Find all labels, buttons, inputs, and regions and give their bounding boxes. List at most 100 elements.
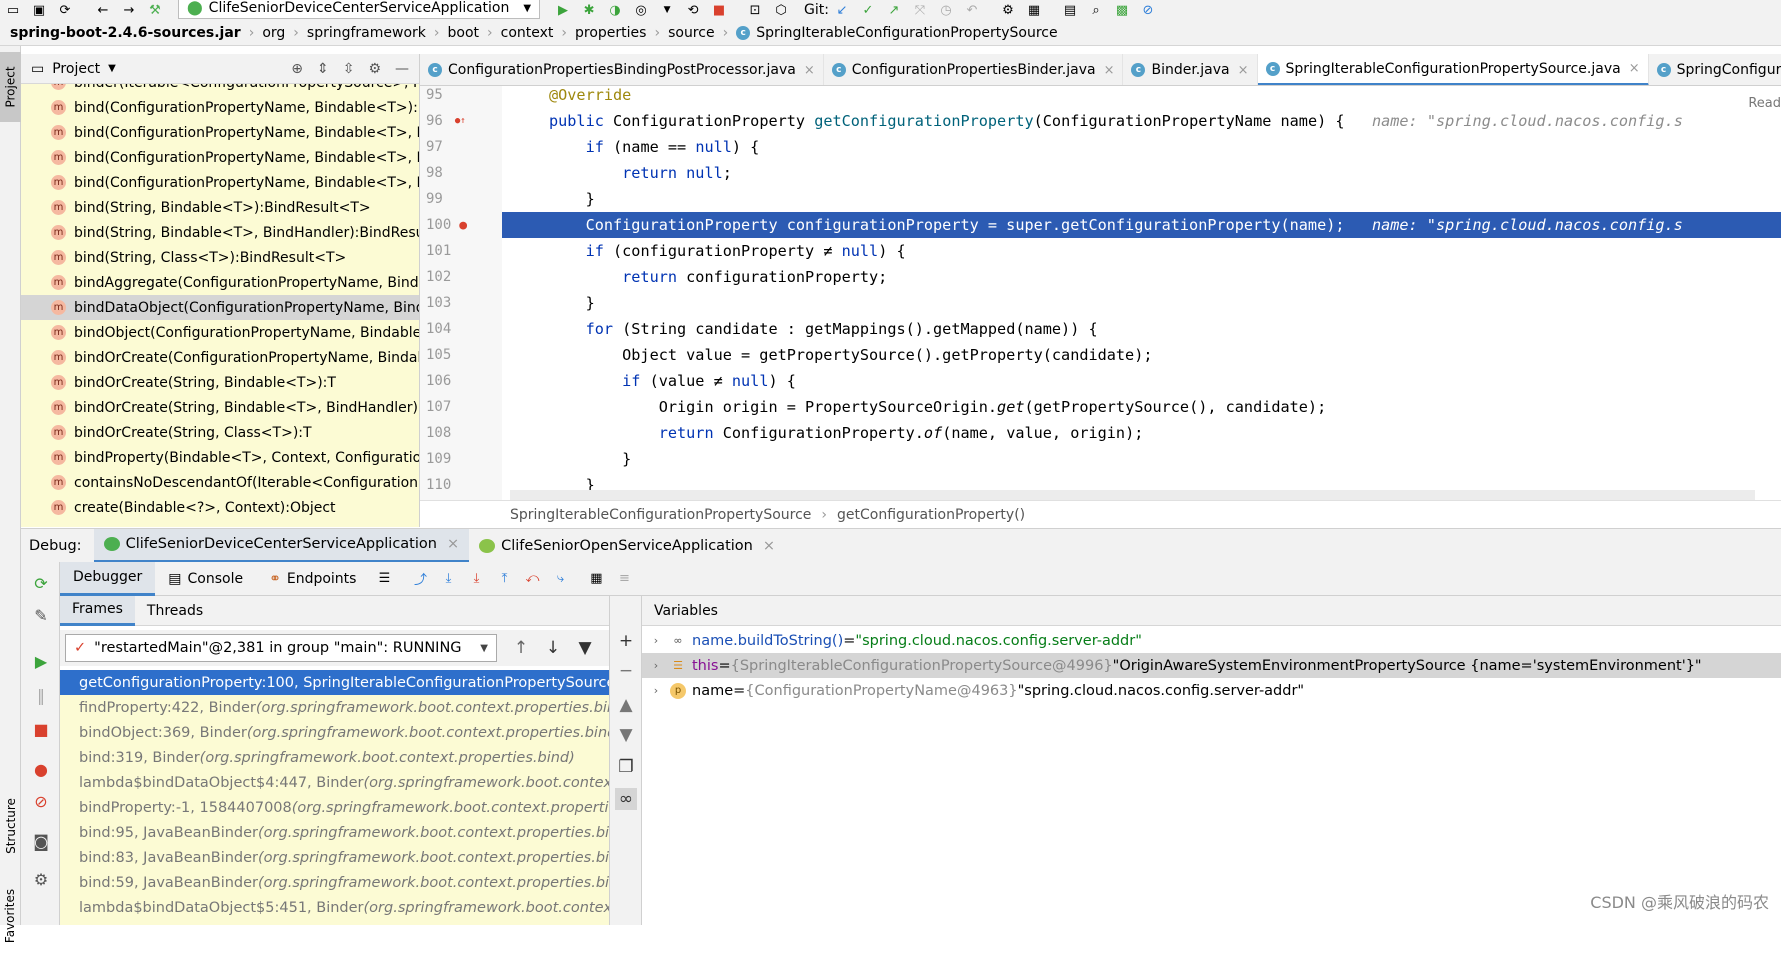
stop-icon[interactable]: ■ — [30, 718, 52, 740]
editor-tab[interactable]: cSpringIterableConfigurationPropertySour… — [1258, 54, 1649, 86]
editor-tab[interactable]: cConfigurationPropertiesBinder.java× — [824, 54, 1124, 86]
project-method-item[interactable]: mbindOrCreate(String, Bindable<T>):T — [21, 370, 419, 395]
line-number[interactable]: 109 — [420, 446, 502, 472]
breadcrumb-context[interactable]: context — [493, 25, 562, 41]
move-down-icon[interactable]: ▼ — [615, 724, 637, 746]
sync-icon[interactable]: ⟳ — [56, 1, 74, 19]
locate-icon[interactable]: ⊕ — [291, 61, 303, 77]
project-method-item[interactable]: mbindOrCreate(String, Class<T>):T — [21, 420, 419, 445]
hide-icon[interactable]: — — [395, 61, 409, 77]
show-execution-point-icon[interactable]: ⤴ — [411, 570, 429, 588]
breadcrumb-org[interactable]: org — [254, 25, 293, 41]
git-commit-icon[interactable]: ✓ — [859, 1, 877, 19]
step-over-icon[interactable]: ⤓ — [439, 570, 457, 588]
copy-icon[interactable]: ❐ — [615, 756, 637, 778]
debug-session-tab[interactable]: ClifeSeniorOpenServiceApplication × — [469, 529, 785, 563]
variable-row[interactable]: › p name = {ConfigurationPropertyName@49… — [642, 678, 1781, 703]
project-method-item[interactable]: mbindAggregate(ConfigurationPropertyName… — [21, 270, 419, 295]
tab-debugger[interactable]: Debugger — [60, 562, 155, 596]
git-update-icon[interactable]: ↙ — [833, 1, 851, 19]
project-panel-title[interactable]: Project — [52, 61, 100, 77]
code-editor[interactable]: Read @Override public ConfigurationPrope… — [502, 86, 1781, 500]
chevron-right-icon[interactable]: › — [648, 684, 664, 697]
tab-threads[interactable]: Threads — [135, 596, 215, 626]
stack-frame[interactable]: lambda$bindDataObject$5:451, Binder (org… — [60, 895, 609, 920]
line-number[interactable]: 102 — [420, 264, 502, 290]
line-number[interactable]: 103 — [420, 290, 502, 316]
project-method-item[interactable]: mcreate(Bindable<?>, Context):Object — [21, 495, 419, 520]
editor-tab[interactable]: cConfigurationPropertiesBindingPostProce… — [420, 54, 824, 86]
line-number[interactable]: 107 — [420, 394, 502, 420]
project-method-item[interactable]: mbindOrCreate(String, Bindable<T>, BindH… — [21, 395, 419, 420]
stack-frame[interactable]: bindProperty:-1, 1584407008 (org.springf… — [60, 795, 609, 820]
variable-row[interactable]: › ∞ name.buildToString() = "spring.cloud… — [642, 628, 1781, 653]
tab-frames[interactable]: Frames — [60, 596, 135, 626]
tab-endpoints[interactable]: ⚭Endpoints — [256, 562, 369, 596]
close-icon[interactable]: × — [804, 63, 815, 78]
settings-gear-icon[interactable]: ⚙ — [368, 61, 381, 77]
project-structure-icon[interactable]: ▦ — [1025, 1, 1043, 19]
search-icon[interactable]: ⌕ — [1087, 1, 1105, 19]
breadcrumb-source[interactable]: source — [660, 25, 723, 41]
line-number[interactable]: 104 — [420, 316, 502, 342]
sdk-icon[interactable]: ⬡ — [772, 1, 790, 19]
project-method-item[interactable]: mbindProperty(Bindable<T>, Context, Conf… — [21, 445, 419, 470]
project-method-item[interactable]: mcontainsNoDescendantOf(Iterable<Configu… — [21, 470, 419, 495]
project-method-item[interactable]: mbinder(Iterable<ConfigurationPropertySo… — [21, 84, 419, 95]
line-number[interactable]: 96●↑ — [420, 108, 502, 134]
line-number[interactable]: 105 — [420, 342, 502, 368]
dropdown-icon[interactable]: ▼ — [658, 1, 676, 19]
stop-icon[interactable]: ■ — [710, 1, 728, 19]
run-to-cursor-icon[interactable]: ⤷ — [551, 570, 569, 588]
favorites-tool-tab[interactable]: Favorites — [0, 876, 21, 956]
editor-breadcrumb-class[interactable]: SpringIterableConfigurationPropertySourc… — [510, 507, 811, 523]
reader-mode-label[interactable]: Read — [1748, 96, 1781, 111]
project-method-item[interactable]: mbind(ConfigurationPropertyName, Bindabl… — [21, 170, 419, 195]
thread-selector[interactable]: ✓ "restartedMain"@2,381 in group "main":… — [65, 634, 497, 662]
line-number[interactable]: 99 — [420, 186, 502, 212]
no-entry-icon[interactable]: ⊘ — [1139, 1, 1157, 19]
chevron-down-icon[interactable]: ▼ — [108, 63, 116, 74]
debug-icon[interactable]: ✱ — [580, 1, 598, 19]
add-watch-icon[interactable]: + — [615, 630, 637, 652]
monitor-icon[interactable]: ▩ — [1113, 1, 1131, 19]
project-method-item[interactable]: mbind(ConfigurationPropertyName, Bindabl… — [21, 145, 419, 170]
close-icon[interactable]: × — [763, 538, 775, 554]
run-icon[interactable]: ▶ — [554, 1, 572, 19]
arrow-down-icon[interactable]: ↓ — [537, 638, 569, 658]
stack-frame[interactable]: bindObject:369, Binder (org.springframew… — [60, 720, 609, 745]
rerun-icon[interactable]: ⟲ — [684, 1, 702, 19]
editor-horizontal-scrollbar[interactable] — [510, 490, 1755, 500]
settings-gear-icon[interactable]: ⚙ — [30, 868, 52, 890]
terminal-icon[interactable]: ▤ — [1061, 1, 1079, 19]
breadcrumb-class[interactable]: SpringIterableConfigurationPropertySourc… — [750, 25, 1065, 41]
forward-icon[interactable]: → — [120, 1, 138, 19]
attach-icon[interactable]: ⊡ — [746, 1, 764, 19]
rerun-icon[interactable]: ⟳ — [30, 572, 52, 594]
history-icon[interactable]: ◷ — [937, 1, 955, 19]
project-method-item[interactable]: mbindObject(ConfigurationPropertyName, B… — [21, 320, 419, 345]
stack-frame[interactable]: bind:59, JavaBeanBinder (org.springframe… — [60, 870, 609, 895]
line-number[interactable]: 98 — [420, 160, 502, 186]
trace-icon[interactable]: ≡ — [615, 570, 633, 588]
profile-icon[interactable]: ◎ — [632, 1, 650, 19]
view-breakpoints-icon[interactable]: ● — [30, 758, 52, 780]
git-pull-icon[interactable]: ⤧ — [911, 1, 929, 19]
build-hammer-icon[interactable]: ⚒ — [146, 1, 164, 19]
line-number[interactable]: 101 — [420, 238, 502, 264]
stack-frame[interactable]: getConfigurationProperty:100, SpringIter… — [60, 670, 609, 695]
line-number[interactable]: 97 — [420, 134, 502, 160]
expand-all-icon[interactable]: ⇕ — [317, 61, 329, 77]
wrench-icon[interactable]: ⚙ — [999, 1, 1017, 19]
line-number[interactable]: 110 — [420, 472, 502, 498]
line-number[interactable]: 95 — [420, 86, 502, 108]
close-icon[interactable]: × — [1104, 63, 1115, 78]
line-number[interactable]: 106 — [420, 368, 502, 394]
project-tool-tab[interactable]: Project — [0, 52, 21, 122]
step-into-icon[interactable]: ⤓ — [467, 570, 485, 588]
rollback-icon[interactable]: ↶ — [963, 1, 981, 19]
glasses-icon[interactable]: ∞ — [615, 788, 637, 810]
breadcrumb-springframework[interactable]: springframework — [299, 25, 434, 41]
project-method-item[interactable]: mbind(String, Bindable<T>, BindHandler):… — [21, 220, 419, 245]
editor-tab[interactable]: cSpringConfigurationP — [1649, 54, 1781, 86]
